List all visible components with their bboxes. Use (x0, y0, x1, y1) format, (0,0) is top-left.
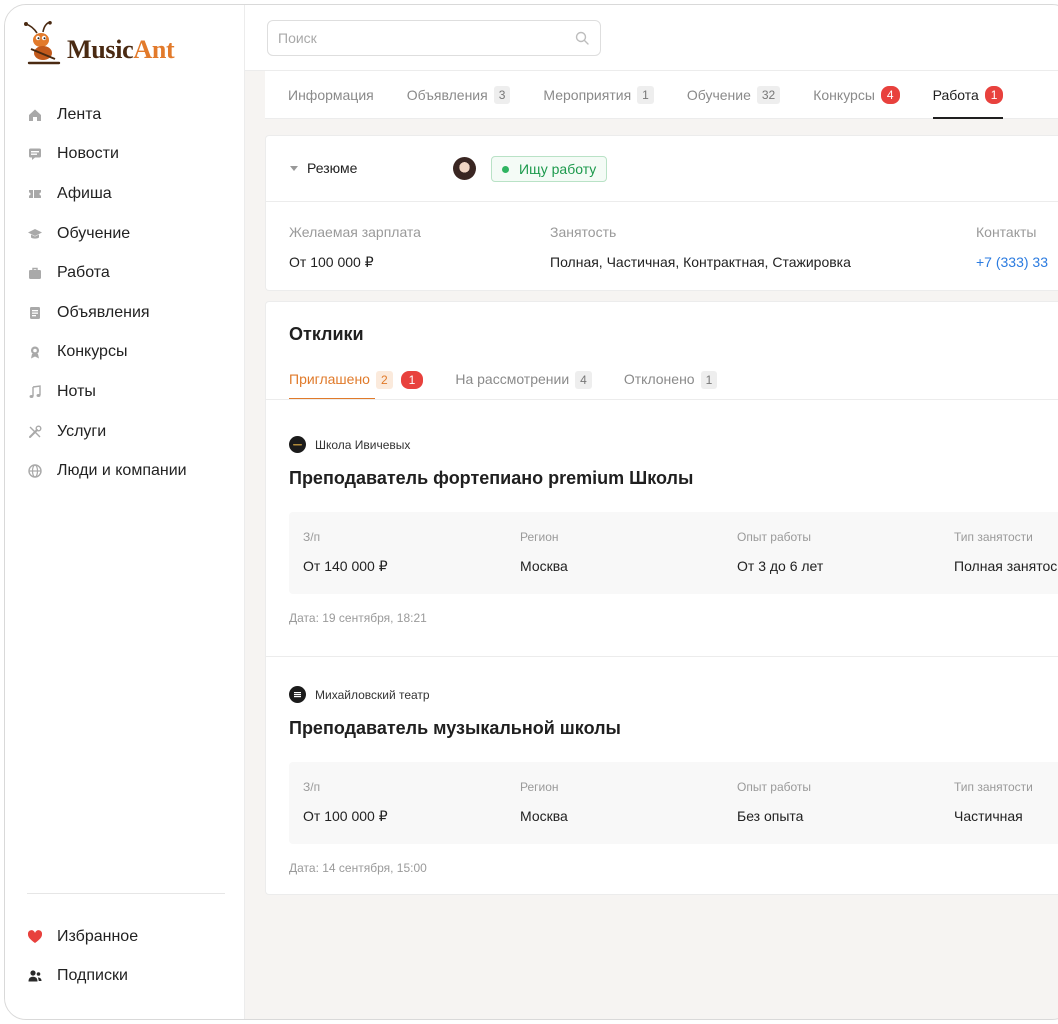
new-count-badge: 1 (400, 371, 424, 389)
logo[interactable]: MusicAnt (23, 17, 175, 67)
users-icon (27, 968, 43, 984)
resume-card: Резюме Ищу работу Желаемая зарплата От 1… (265, 135, 1058, 291)
subtab-count-badge: 4 (575, 371, 592, 389)
param-experience: Опыт работы Без опыта (737, 780, 812, 824)
job-title[interactable]: Преподаватель фортепиано premium Школы (289, 468, 693, 489)
tools-icon (27, 424, 43, 440)
subtab-count-badge: 1 (700, 371, 718, 389)
job-response-item[interactable]: Школа Ивичевых Преподаватель фортепиано … (266, 400, 1058, 657)
tab-count-badge: 32 (756, 86, 781, 104)
tab-count-badge: 3 (493, 86, 511, 104)
sidebar-item-favorites[interactable]: Избранное (5, 917, 244, 957)
param-region: Регион Москва (520, 780, 568, 824)
job-params: З/п От 100 000 ₽ Регион Москва Опыт рабо… (289, 762, 1058, 844)
organization-logo-icon (289, 686, 306, 703)
param-region: Регион Москва (520, 530, 568, 574)
sidebar-divider (27, 893, 225, 894)
top-bar (245, 5, 1058, 71)
home-icon (27, 107, 43, 123)
briefcase-icon (27, 265, 43, 281)
heart-icon (27, 929, 43, 945)
job-organization[interactable]: Михайловский театр (289, 686, 430, 703)
responses-subtabs: Приглашено 2 1 На рассмотрении 4 Отклоне… (289, 362, 749, 400)
tab-count-badge: 1 (637, 86, 654, 104)
search-icon[interactable] (574, 30, 590, 46)
param-employment: Тип занятости Полная занятос (954, 530, 1058, 574)
notice-icon (27, 305, 43, 321)
sidebar-item-sheet-music[interactable]: Ноты (5, 372, 244, 412)
ant-mascot-icon (24, 21, 61, 65)
responses-title: Отклики (289, 324, 364, 344)
tab-jobs[interactable]: Работа 1 (932, 71, 1004, 119)
job-response-item[interactable]: Михайловский театр Преподаватель музыкал… (266, 652, 1058, 894)
sidebar-item-contests[interactable]: Конкурсы (5, 333, 244, 373)
sidebar: MusicAnt Лента Новости Афиша Обучение Ра… (5, 5, 245, 1019)
organization-logo-icon (289, 436, 306, 453)
param-experience: Опыт работы От 3 до 6 лет (737, 530, 824, 574)
graduation-cap-icon (27, 226, 43, 242)
param-salary: З/п От 140 000 ₽ (303, 530, 388, 574)
resume-toggle[interactable]: Резюме (290, 160, 357, 176)
search-input[interactable] (278, 30, 574, 46)
logo-text: MusicAnt (67, 35, 175, 64)
job-date: Дата: 14 сентября, 15:00 (289, 861, 427, 875)
tab-count-badge: 1 (984, 86, 1004, 104)
music-note-icon (27, 384, 43, 400)
avatar[interactable] (453, 157, 476, 180)
sidebar-item-subscriptions[interactable]: Подписки (5, 957, 244, 997)
sidebar-item-people[interactable]: Люди и компании (5, 451, 244, 491)
subtab-rejected[interactable]: Отклонено 1 (624, 362, 718, 400)
tab-count-badge: 4 (880, 86, 900, 104)
news-icon (27, 146, 43, 162)
status-dot-icon (502, 165, 509, 173)
globe-icon (27, 463, 43, 479)
tab-events[interactable]: Мероприятия 1 (543, 71, 654, 119)
sidebar-nav: Лента Новости Афиша Обучение Работа Объя… (5, 95, 244, 491)
sidebar-bottom-nav: Избранное Подписки (5, 917, 244, 996)
sidebar-item-feed[interactable]: Лента (5, 95, 244, 135)
resume-header: Резюме Ищу работу (266, 136, 1058, 202)
tab-information[interactable]: Информация (288, 71, 374, 119)
app-window: MusicAnt Лента Новости Афиша Обучение Ра… (4, 4, 1058, 1020)
profile-tabs: Информация Объявления 3 Мероприятия 1 Обуч… (288, 71, 1036, 119)
tab-contests[interactable]: Конкурсы 4 (813, 71, 900, 119)
caret-down-icon (290, 165, 298, 171)
sidebar-item-news[interactable]: Новости (5, 135, 244, 175)
salary-info: Желаемая зарплата От 100 000 ₽ (289, 224, 421, 270)
award-icon (27, 344, 43, 360)
tab-ads[interactable]: Объявления 3 (407, 71, 511, 119)
contact-phone-link[interactable]: +7 (333) 33 (976, 254, 1048, 270)
param-salary: З/п От 100 000 ₽ (303, 780, 388, 824)
sidebar-item-ads[interactable]: Объявления (5, 293, 244, 333)
job-params: З/п От 140 000 ₽ Регион Москва Опыт рабо… (289, 512, 1058, 594)
tab-education[interactable]: Обучение 32 (687, 71, 781, 119)
subtab-invited[interactable]: Приглашено 2 1 (289, 362, 424, 400)
job-organization[interactable]: Школа Ивичевых (289, 436, 410, 453)
job-date: Дата: 19 сентября, 18:21 (289, 611, 427, 625)
resume-info: Желаемая зарплата От 100 000 ₽ Занятость… (266, 202, 1058, 291)
sidebar-item-events[interactable]: Афиша (5, 174, 244, 214)
job-title[interactable]: Преподаватель музыкальной школы (289, 718, 621, 739)
status-badge: Ищу работу (491, 156, 608, 182)
contacts-info: Контакты +7 (333) 33 (976, 224, 1048, 270)
responses-card: Отклики Приглашено 2 1 На рассмотрении 4… (265, 301, 1058, 895)
employment-info: Занятость Полная, Частичная, Контрактная… (550, 224, 851, 270)
subtab-under-review[interactable]: На рассмотрении 4 (455, 362, 592, 400)
sidebar-item-education[interactable]: Обучение (5, 214, 244, 254)
profile-tabs-bar: Информация Объявления 3 Мероприятия 1 Обуч… (265, 71, 1058, 119)
sidebar-item-services[interactable]: Услуги (5, 412, 244, 452)
subtab-count-badge: 2 (375, 371, 393, 389)
param-employment: Тип занятости Частичная (954, 780, 1033, 824)
sidebar-item-jobs[interactable]: Работа (5, 253, 244, 293)
ticket-icon (27, 186, 43, 202)
search-box (267, 20, 601, 56)
